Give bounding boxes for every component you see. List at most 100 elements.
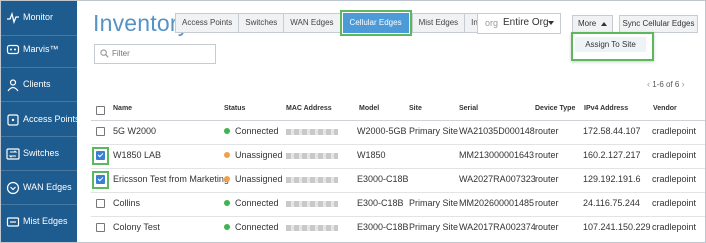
sidebar-item-marvis[interactable]: Marvis™ bbox=[1, 36, 77, 66]
cell-ipv4: 160.2.127.217 bbox=[583, 150, 641, 160]
switch-icon bbox=[6, 148, 20, 160]
tab-cellular-edges[interactable]: Cellular Edges bbox=[339, 10, 412, 36]
table-header: Name Status MAC Address Model Site Seria… bbox=[93, 105, 705, 117]
org-prefix: org bbox=[485, 18, 499, 28]
cell-name: 5G W2000 bbox=[113, 126, 157, 136]
mac-address-redacted bbox=[286, 225, 338, 231]
cell-ipv4: 24.116.75.244 bbox=[583, 198, 640, 208]
sidebar-item-label: Access Points bbox=[23, 114, 80, 124]
column-header-site[interactable]: Site bbox=[409, 105, 422, 112]
sidebar-item-mist-edges[interactable]: Mist Edges bbox=[1, 208, 77, 238]
sync-cellular-edges-button[interactable]: Sync Cellular Edges bbox=[619, 15, 698, 33]
row-checkbox[interactable] bbox=[96, 199, 105, 208]
column-header-model[interactable]: Model bbox=[359, 105, 379, 112]
cell-site: Primary Site bbox=[409, 126, 459, 136]
cell-name: W1850 LAB bbox=[113, 150, 162, 160]
table-row[interactable]: 5G W2000 Connected W2000-5GB Primary Sit… bbox=[91, 121, 705, 143]
tab-access-points[interactable]: Access Points bbox=[175, 13, 240, 33]
cell-name: Colony Test bbox=[113, 222, 160, 232]
sidebar-divider bbox=[1, 136, 77, 137]
cell-name: Ericsson Test from Marketing bbox=[113, 174, 229, 184]
column-header-status[interactable]: Status bbox=[224, 105, 245, 112]
cell-serial: WA2027RA007323 bbox=[459, 174, 536, 184]
chevron-left-icon[interactable]: ‹ bbox=[647, 79, 650, 89]
assign-to-site-menu-item[interactable]: Assign To Site bbox=[575, 37, 646, 52]
inventory-tabs: Access Points Switches WAN Edges Cellula… bbox=[175, 10, 529, 36]
chevron-right-icon[interactable]: › bbox=[682, 79, 685, 89]
status-unassigned-dot bbox=[224, 176, 230, 182]
table-row[interactable]: Ericsson Test from Marketing Unassigned … bbox=[91, 169, 705, 191]
status-connected-dot bbox=[224, 200, 230, 206]
sidebar-item-label: Clients bbox=[23, 79, 51, 89]
cell-ipv4: 107.241.150.229 bbox=[583, 222, 651, 232]
cell-device-type: router bbox=[535, 222, 559, 232]
cell-site: Primary Site bbox=[409, 198, 459, 208]
row-checkbox[interactable] bbox=[96, 223, 105, 232]
table-row[interactable]: W1850 LAB Unassigned W1850 MM21300000164… bbox=[91, 145, 705, 167]
sidebar-item-access-points[interactable]: Access Points bbox=[1, 106, 80, 136]
mac-address-redacted bbox=[286, 129, 338, 135]
cell-status: Unassigned bbox=[224, 150, 283, 160]
column-header-device-type[interactable]: Device Type bbox=[535, 105, 575, 112]
status-text: Connected bbox=[235, 222, 279, 232]
sidebar-item-label: Switches bbox=[23, 148, 60, 158]
cell-vendor: cradlepoint bbox=[652, 198, 697, 208]
tab-switches[interactable]: Switches bbox=[238, 13, 285, 33]
sidebar-divider bbox=[1, 101, 77, 102]
cell-serial: WA2017RA002374 bbox=[459, 222, 536, 232]
cell-status: Connected bbox=[224, 198, 279, 208]
sidebar-divider bbox=[1, 170, 77, 171]
chevron-down-icon bbox=[548, 21, 554, 25]
more-button-label: More bbox=[578, 19, 597, 28]
sidebar-item-switches[interactable]: Switches bbox=[1, 140, 77, 170]
sidebar-divider bbox=[1, 67, 77, 68]
table-row[interactable]: Collins Connected E300-C18B Primary Site… bbox=[91, 193, 705, 215]
cell-serial: MM202600001485 bbox=[459, 198, 535, 208]
column-header-ipv4[interactable]: IPv4 Address bbox=[584, 105, 628, 112]
row-checkbox[interactable] bbox=[96, 127, 105, 136]
cell-device-type: router bbox=[535, 198, 559, 208]
sidebar-item-wan-edges[interactable]: WAN Edges bbox=[1, 174, 77, 204]
caret-up-icon bbox=[601, 22, 607, 26]
cell-status: Connected bbox=[224, 126, 279, 136]
sidebar-item-clients[interactable]: Clients bbox=[1, 71, 77, 101]
monitor-icon bbox=[7, 11, 19, 25]
row-checkbox[interactable] bbox=[96, 175, 105, 184]
cell-ipv4: 172.58.44.107 bbox=[583, 126, 641, 136]
filter-input-box[interactable] bbox=[94, 44, 216, 64]
cell-name: Collins bbox=[113, 198, 141, 208]
sidebar-item-monitor[interactable]: Monitor bbox=[1, 4, 77, 34]
row-checkbox[interactable] bbox=[96, 151, 105, 160]
cell-device-type: router bbox=[535, 174, 559, 184]
column-header-vendor[interactable]: Vendor bbox=[653, 105, 677, 112]
sidebar-item-label: Mist Edges bbox=[23, 216, 68, 226]
cell-device-type: router bbox=[535, 150, 559, 160]
more-dropdown-menu: Assign To Site bbox=[571, 32, 654, 61]
cell-status: Connected bbox=[224, 222, 279, 232]
org-value: Entire Org bbox=[503, 17, 549, 28]
cell-model: E3000-C18B bbox=[357, 222, 409, 232]
cell-model: E300-C18B bbox=[357, 198, 404, 208]
column-header-mac[interactable]: MAC Address bbox=[286, 105, 332, 112]
status-text: Unassigned bbox=[235, 174, 283, 184]
marvis-icon bbox=[6, 44, 20, 55]
sidebar-item-label: WAN Edges bbox=[23, 182, 72, 192]
status-text: Connected bbox=[235, 198, 279, 208]
sidebar-divider bbox=[1, 204, 77, 205]
cell-vendor: cradlepoint bbox=[652, 150, 697, 160]
org-selector[interactable]: org Entire Org bbox=[477, 13, 561, 34]
sidebar-item-label: Monitor bbox=[23, 12, 54, 22]
filter-input[interactable] bbox=[112, 47, 208, 60]
cell-vendor: cradlepoint bbox=[652, 126, 697, 136]
cell-serial: MM213000001643 bbox=[459, 150, 535, 160]
table-row[interactable]: Colony Test Connected E3000-C18B Primary… bbox=[91, 217, 705, 239]
more-button[interactable]: More bbox=[572, 15, 613, 33]
sidebar-item-label: Marvis™ bbox=[23, 44, 59, 54]
cell-vendor: cradlepoint bbox=[652, 222, 697, 232]
status-unassigned-dot bbox=[224, 152, 230, 158]
tab-wan-edges[interactable]: WAN Edges bbox=[283, 13, 341, 33]
status-connected-dot bbox=[224, 224, 230, 230]
column-header-name[interactable]: Name bbox=[113, 105, 132, 112]
tab-mist-edges[interactable]: Mist Edges bbox=[411, 13, 466, 33]
column-header-serial[interactable]: Serial bbox=[459, 105, 478, 112]
